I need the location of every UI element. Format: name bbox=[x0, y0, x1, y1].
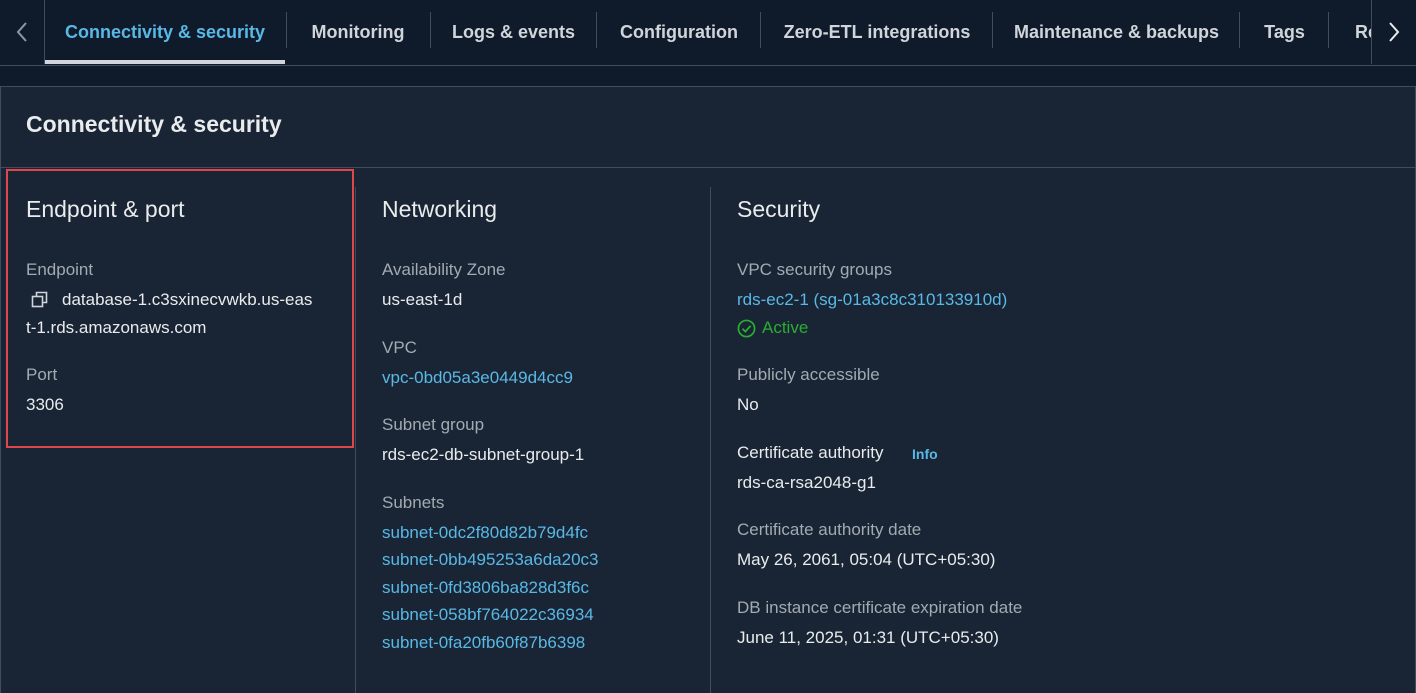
vpc-link[interactable]: vpc-0bd05a3e0449d4cc9 bbox=[382, 368, 573, 388]
certificate-expiration-value: June 11, 2025, 01:31 (UTC+05:30) bbox=[737, 628, 999, 647]
tab-monitoring[interactable]: Monitoring bbox=[287, 0, 429, 64]
tab-connectivity-security[interactable]: Connectivity & security bbox=[45, 0, 285, 64]
subnet-link[interactable]: subnet-0bb495253a6da20c3 bbox=[382, 550, 598, 570]
subnet-link[interactable]: subnet-0fa20fb60f87b6398 bbox=[382, 633, 585, 653]
vpc-security-groups-label: VPC security groups bbox=[737, 260, 892, 279]
subnet-group-label: Subnet group bbox=[382, 415, 485, 434]
availability-zone-value: us-east-1d bbox=[382, 290, 463, 309]
vpc-label: VPC bbox=[382, 338, 417, 357]
success-check-icon bbox=[737, 319, 756, 338]
spacer bbox=[0, 66, 1416, 86]
subnet-group-value: rds-ec2-db-subnet-group-1 bbox=[382, 445, 585, 464]
chevron-left-icon bbox=[16, 22, 27, 42]
publicly-accessible-value: No bbox=[737, 395, 759, 414]
tab-tags[interactable]: Tags bbox=[1240, 0, 1329, 64]
security-group-status: Active bbox=[762, 318, 809, 337]
tab-configuration[interactable]: Configuration bbox=[597, 0, 761, 64]
certificate-authority-date-label: Certificate authority date bbox=[737, 520, 922, 539]
tab-maintenance-backups[interactable]: Maintenance & backups bbox=[993, 0, 1240, 64]
tab-logs-events[interactable]: Logs & events bbox=[431, 0, 596, 64]
certificate-expiration-label: DB instance certificate expiration date bbox=[737, 598, 1023, 617]
security-heading: Security bbox=[737, 196, 821, 222]
subnet-link[interactable]: subnet-0dc2f80d82b79d4fc bbox=[382, 523, 588, 543]
networking-heading: Networking bbox=[382, 196, 498, 222]
chevron-right-icon bbox=[1389, 22, 1400, 42]
subnet-link[interactable]: subnet-0fd3806ba828d3f6c bbox=[382, 578, 589, 598]
tab-bar: Connectivity & security Monitoring Logs … bbox=[0, 0, 1416, 66]
certificate-authority-label: Certificate authority bbox=[737, 443, 884, 462]
panel-title: Connectivity & security bbox=[26, 111, 282, 137]
subnet-link[interactable]: subnet-058bf764022c36934 bbox=[382, 605, 594, 625]
scroll-right-button[interactable] bbox=[1371, 0, 1416, 64]
publicly-accessible-label: Publicly accessible bbox=[737, 365, 880, 384]
tab-recommendations-partial[interactable]: Re bbox=[1329, 0, 1371, 64]
endpoint-port-highlight bbox=[6, 169, 354, 448]
scroll-left-button[interactable] bbox=[0, 0, 45, 64]
certificate-authority-value: rds-ca-rsa2048-g1 bbox=[737, 473, 876, 492]
column-divider bbox=[710, 187, 711, 693]
column-divider bbox=[355, 187, 356, 693]
availability-zone-label: Availability Zone bbox=[382, 260, 506, 279]
subnets-label: Subnets bbox=[382, 493, 445, 512]
info-link[interactable]: Info bbox=[912, 446, 938, 462]
certificate-authority-date-value: May 26, 2061, 05:04 (UTC+05:30) bbox=[737, 550, 996, 569]
tab-zero-etl-integrations[interactable]: Zero-ETL integrations bbox=[761, 0, 993, 64]
panel-header: Connectivity & security bbox=[1, 87, 1415, 168]
tabs-list: Connectivity & security Monitoring Logs … bbox=[45, 0, 1371, 64]
security-group-link[interactable]: rds-ec2-1 (sg-01a3c8c310133910d) bbox=[737, 290, 1007, 310]
